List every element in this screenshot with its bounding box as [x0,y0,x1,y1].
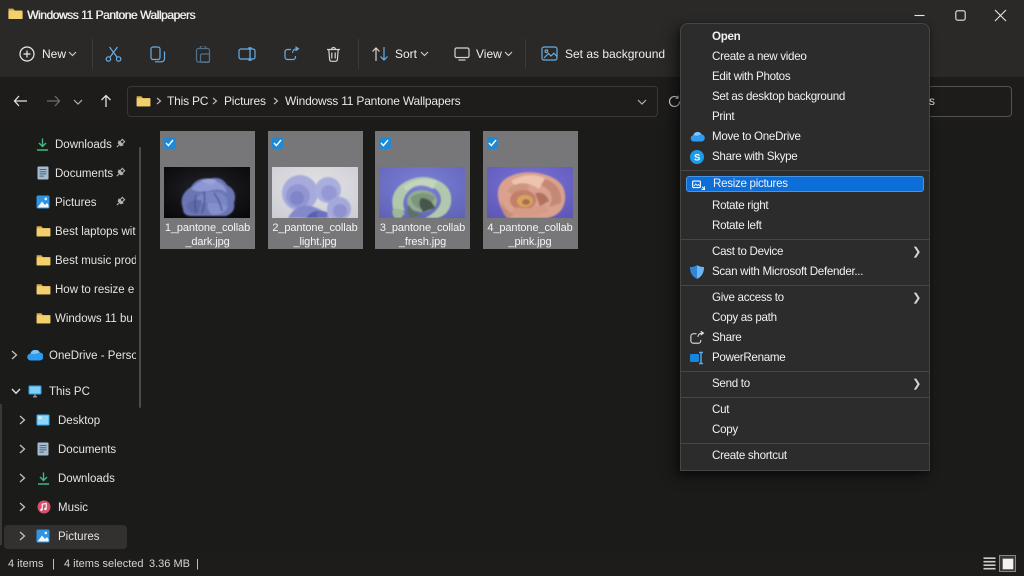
svg-text:S: S [694,152,700,163]
